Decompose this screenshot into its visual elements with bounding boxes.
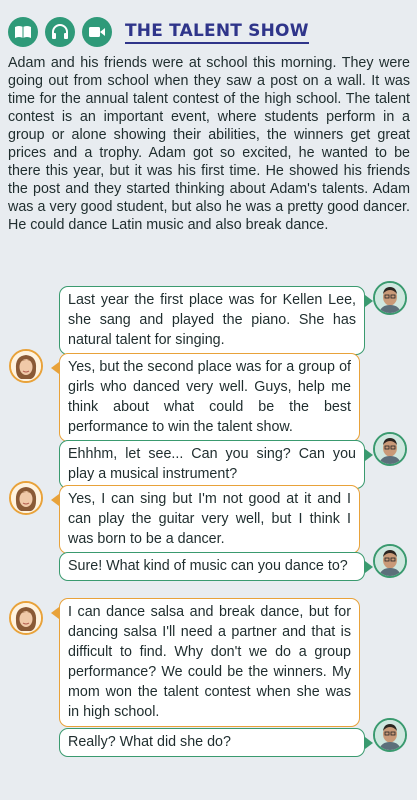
dialogue-text: Yes, but the second place was for a grou… [68,359,351,435]
boy-avatar [373,432,407,466]
boy-avatar [373,718,407,752]
dialogue-text: Sure! What kind of music can you dance t… [68,558,348,574]
dialogue-text: Yes, I can sing but I'm not good at it a… [68,491,351,547]
bubble-tail [51,494,59,506]
video-camera-icon[interactable] [82,17,112,47]
girl-avatar [9,481,43,515]
story-paragraph: Adam and his friends were at school this… [8,55,410,233]
header: THE TALENT SHOW [8,16,309,48]
dialogue-text: Really? What did she do? [68,734,231,750]
bubble-tail [51,607,59,619]
bubble-tail [365,737,373,749]
book-icon[interactable] [8,17,38,47]
girl-avatar [9,349,43,383]
dialogue-bubble-boy: Ehhhm, let see... Can you sing? Can you … [59,440,373,489]
page-title: THE TALENT SHOW [125,21,309,44]
bubble-tail [365,561,373,573]
boy-avatar [373,281,407,315]
dialogue-text: Last year the first place was for Kellen… [68,292,356,348]
dialogue-bubble-boy: Sure! What kind of music can you dance t… [59,552,373,581]
boy-avatar [373,544,407,578]
dialogue-bubble-boy: Last year the first place was for Kellen… [59,286,373,355]
dialogue-text: Ehhhm, let see... Can you sing? Can you … [68,446,356,482]
dialogue-bubble-girl: I can dance salsa and break dance, but f… [51,598,360,727]
bubble-tail [365,449,373,461]
dialogue-bubble-girl: Yes, I can sing but I'm not good at it a… [51,485,360,554]
headphones-icon[interactable] [45,17,75,47]
girl-avatar [9,601,43,635]
bubble-tail [365,295,373,307]
dialogue-text: I can dance salsa and break dance, but f… [68,604,351,720]
dialogue-bubble-boy: Really? What did she do? [59,728,373,757]
bubble-tail [51,362,59,374]
dialogue-bubble-girl: Yes, but the second place was for a grou… [51,353,360,442]
